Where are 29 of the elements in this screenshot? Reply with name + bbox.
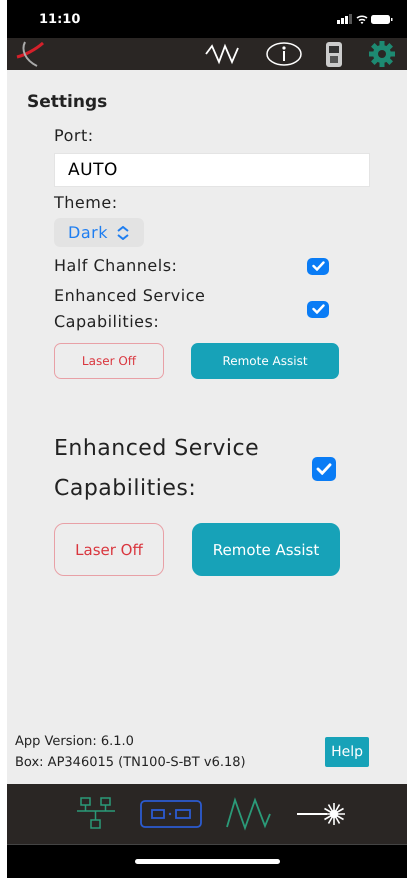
setting-label: Enhanced Service Capabilities: [54,285,206,333]
checkbox[interactable] [307,258,329,274]
checkmark-icon [316,463,332,475]
checkbox[interactable] [307,300,329,318]
status-time: 11:10 [39,12,80,26]
checkmark-icon [312,261,324,271]
box-info: Box: AP346015 (TN100-S-BT v6.18) [15,755,246,770]
laser-off-button[interactable]: Laser Off [54,343,164,379]
checkmark-icon [312,304,324,314]
port-label: Port: [54,126,95,145]
info-icon[interactable] [265,42,303,66]
remote-assist-button[interactable]: Remote Assist [192,523,340,576]
status-icons [337,13,393,25]
device-icon[interactable] [325,40,343,68]
logo-icon [15,40,45,68]
laser-off-button[interactable]: Laser Off [54,523,164,576]
setting-label: Enhanced Service Capabilities: [54,435,260,503]
app-version: App Version: 6.1.0 [15,734,135,749]
checkbox[interactable] [312,457,336,481]
module-icon[interactable] [140,800,202,828]
remote-assist-button[interactable]: Remote Assist [191,343,339,379]
network-icon[interactable] [76,797,116,831]
port-field[interactable]: AUTO [54,153,370,187]
theme-select[interactable]: Dark [54,218,144,247]
settings-title: Settings [27,92,108,112]
theme-label: Theme: [54,193,119,212]
setting-label: Half Channels: [54,255,178,277]
chevron-icon [116,226,130,240]
help-button[interactable]: Help [325,737,369,767]
